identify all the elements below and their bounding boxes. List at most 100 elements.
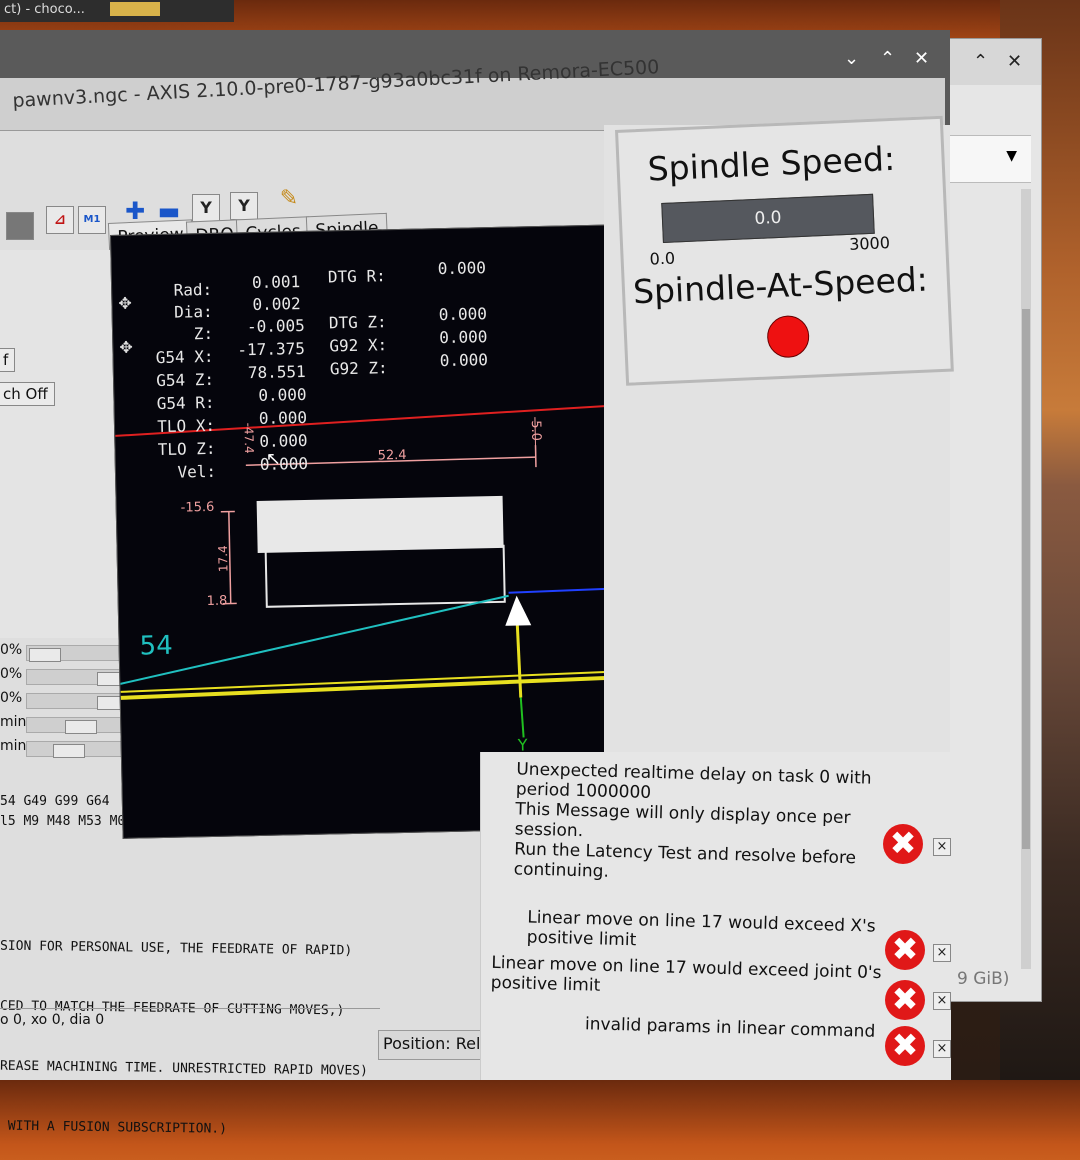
dro-label: Rad: xyxy=(112,280,212,301)
scrollbar-thumb[interactable] xyxy=(1022,309,1030,849)
dro-label: G54 X: xyxy=(113,347,213,368)
zoom-in-icon[interactable]: ✚ xyxy=(122,198,148,224)
error-icon: ✖ xyxy=(883,824,923,864)
disk-size-text: 9 GiB) xyxy=(957,969,1009,989)
slider-knob[interactable] xyxy=(29,648,61,662)
feed-override-slider[interactable] xyxy=(26,645,132,661)
slider-row: 0% xyxy=(0,666,138,686)
dro-label: TLO Z: xyxy=(115,439,215,460)
dro-value: -17.375 xyxy=(237,339,305,359)
status-bar: o 0, xo 0, dia 0 xyxy=(0,1008,380,1033)
dro-value: 0.000 xyxy=(440,350,489,370)
slider-row: 0% xyxy=(0,642,138,662)
error-message-invalid-params: invalid params in linear command xyxy=(585,1014,876,1042)
dro-value: 0.000 xyxy=(439,304,488,324)
console-line: SION FOR PERSONAL USE, THE FEEDRATE OF R… xyxy=(0,937,490,964)
stop-icon[interactable] xyxy=(6,212,34,240)
error-message-joint-limit: Linear move on line 17 would exceed join… xyxy=(491,953,882,1003)
z-axis-line xyxy=(521,697,524,737)
dro-value: -0.005 xyxy=(247,316,305,336)
spindle-at-speed-led xyxy=(766,315,810,359)
close-icon[interactable]: × xyxy=(933,992,951,1010)
dro-label: Vel: xyxy=(116,462,216,483)
rapid-override-slider[interactable] xyxy=(26,669,132,685)
maximize-icon[interactable]: ⌃ xyxy=(973,51,988,72)
taskbar-app-indicator[interactable] xyxy=(110,2,160,16)
taskbar-title: ct) - choco... xyxy=(0,0,234,22)
dimension-bottom-label: 1.8 xyxy=(207,594,228,609)
tool-cone xyxy=(505,595,532,626)
optional-stop-icon[interactable]: M1 xyxy=(78,206,106,234)
error-icon: ✖ xyxy=(885,930,925,970)
spindle-at-speed-label: Spindle-At-Speed: xyxy=(632,260,928,312)
close-icon[interactable]: ✕ xyxy=(914,48,929,69)
feed-move-line xyxy=(509,588,619,592)
view-y2-icon[interactable]: Y xyxy=(230,192,258,220)
slider-row: min xyxy=(0,738,138,758)
spindle-status-box: Spindle Speed: 0.0 0.0 3000 Spindle-At-S… xyxy=(615,116,954,386)
rapid-move-line xyxy=(119,596,511,684)
stock-outline xyxy=(266,546,505,607)
slider-knob[interactable] xyxy=(65,720,97,734)
max-velocity-slider[interactable] xyxy=(26,741,132,757)
tool-touch-off-button[interactable]: ch Off xyxy=(0,382,55,406)
spindle-speed-title: Spindle Speed: xyxy=(647,139,896,189)
error-message-panel: Unexpected realtime delay on task 0 with… xyxy=(480,752,951,1080)
offset-label: 54 xyxy=(139,631,173,662)
dimension-z-label: 5.0 xyxy=(528,420,543,441)
dro-label: DTG R: xyxy=(328,266,386,286)
error-icon: ✖ xyxy=(885,1026,925,1066)
preview-canvas[interactable]: ✥ ✥ Rad: 0.001 Dia: 0.002 Z: -0.005 G54 … xyxy=(110,224,625,838)
dro-label: G54 Z: xyxy=(114,370,214,391)
chevron-down-icon[interactable]: ▼ xyxy=(1006,148,1017,164)
dro-value: 0.000 xyxy=(258,385,307,405)
manual-control-panel: f ch Off xyxy=(0,250,129,638)
stock-top xyxy=(257,496,504,553)
close-icon[interactable]: × xyxy=(933,944,951,962)
active-gcodes: 54 G49 G99 G64l5 M9 M48 M53 M0 xyxy=(0,792,125,832)
dro-value: 0.000 xyxy=(439,327,488,347)
close-icon[interactable]: × xyxy=(933,838,951,856)
slider-knob[interactable] xyxy=(53,744,85,758)
dro-label: G92 Z: xyxy=(330,358,388,378)
maximize-icon[interactable]: ⌃ xyxy=(880,48,895,69)
dimension-x-label: 52.4 xyxy=(378,448,407,464)
view-y-icon[interactable]: Y xyxy=(192,194,220,222)
spindle-speed-bar: 0.0 xyxy=(661,194,875,243)
slider-row: 0% xyxy=(0,690,138,710)
override-sliders: 0% 0% 0% min min xyxy=(0,640,138,760)
dro-label: DTG Z: xyxy=(329,312,387,332)
dro-value: 78.551 xyxy=(248,362,306,382)
dro-label: Z: xyxy=(113,324,213,345)
spindle-override-slider[interactable] xyxy=(26,693,132,709)
close-icon[interactable]: ✕ xyxy=(1007,51,1022,72)
dro-label: TLO X: xyxy=(115,416,215,437)
dimension-top-label: -15.6 xyxy=(181,500,215,516)
clear-plot-icon[interactable]: ✎ xyxy=(276,186,302,212)
dro-label: G92 X: xyxy=(329,335,387,355)
minimize-icon[interactable]: ⌄ xyxy=(844,48,859,69)
touch-off-button[interactable]: f xyxy=(0,348,15,372)
console-line: WITH A FUSION SUBSCRIPTION.) xyxy=(0,1117,490,1144)
y-axis-line xyxy=(517,623,521,698)
x-axis-line xyxy=(120,677,620,697)
scrollbar[interactable] xyxy=(1021,189,1031,969)
gcode-console[interactable]: SION FOR PERSONAL USE, THE FEEDRATE OF R… xyxy=(0,900,490,1010)
dro-value: 0.000 xyxy=(438,258,487,278)
spindle-speed-min: 0.0 xyxy=(649,249,675,269)
error-message-latency: Unexpected realtime delay on task 0 with… xyxy=(513,759,871,888)
dro-value: 0.002 xyxy=(252,294,301,314)
dimension-small-label: -47.4 xyxy=(241,422,256,453)
spindle-speed-max: 3000 xyxy=(849,233,891,254)
error-message-x-limit: Linear move on line 17 would exceed X's … xyxy=(527,907,876,956)
dro-label: Dia: xyxy=(112,302,212,323)
slider-row: min xyxy=(0,714,138,734)
error-icon: ✖ xyxy=(885,980,925,1020)
mouse-cursor-icon: ↖ xyxy=(266,448,282,469)
jog-speed-slider[interactable] xyxy=(26,717,132,733)
single-step-icon[interactable]: ⊿ xyxy=(46,206,74,234)
close-icon[interactable]: × xyxy=(933,1040,951,1058)
dro-label: G54 R: xyxy=(114,393,214,414)
dimension-height-label: 17.4 xyxy=(216,545,231,572)
dro-value: 0.001 xyxy=(252,272,301,292)
